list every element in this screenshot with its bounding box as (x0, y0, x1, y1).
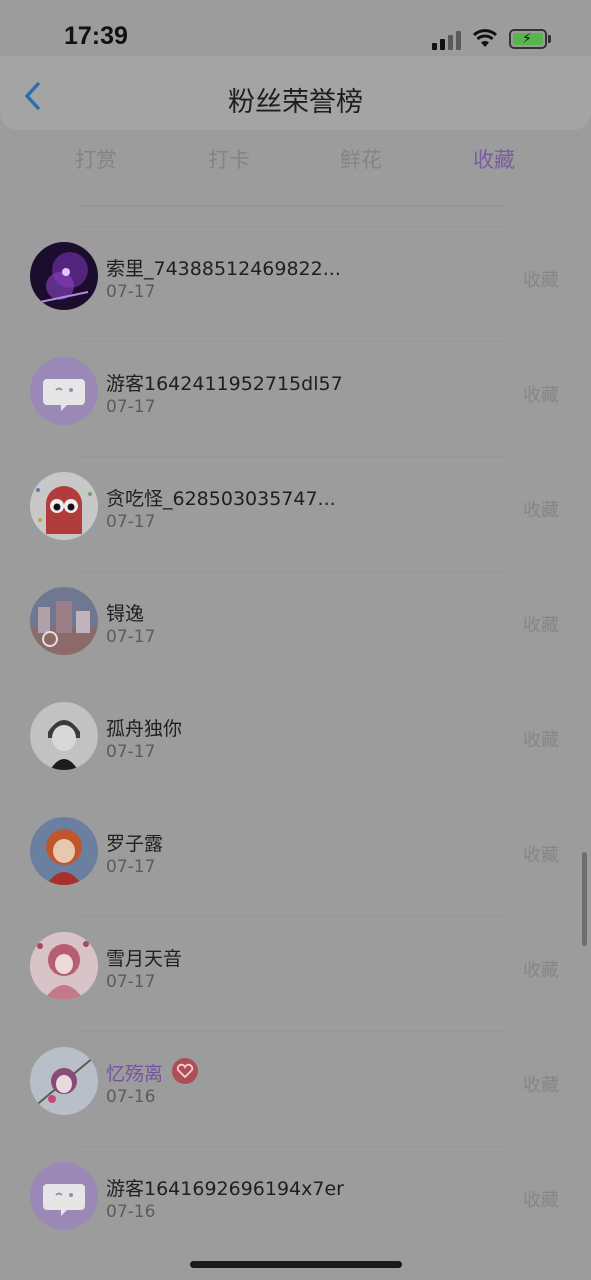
action-label: 收藏 (523, 845, 559, 866)
fan-name: 游客1641692696194x7er (106, 1178, 344, 1200)
avatar[interactable] (30, 242, 98, 310)
tab-flowers[interactable]: 鲜花 (321, 144, 401, 174)
tab-checkin[interactable]: 打卡 (189, 144, 269, 174)
red-monster-icon (30, 472, 98, 540)
fan-name: 索里_74388512469822... (106, 258, 341, 280)
tab-favorites[interactable]: 收藏 (454, 144, 534, 174)
fan-date: 07-17 (106, 742, 156, 762)
anime-girl-icon (30, 1047, 98, 1115)
battery-icon: ⚡ (509, 29, 547, 49)
list-item[interactable]: 游客1642411952715dl57 07-17 收藏 (0, 341, 591, 456)
fan-name: 贪吃怪_628503035747... (106, 488, 336, 510)
row-divider (80, 1146, 505, 1147)
avatar[interactable] (30, 587, 98, 655)
fan-name: 雪月天音 (106, 948, 183, 970)
chat-bubble-icon (30, 357, 98, 425)
fan-date: 07-17 (106, 512, 156, 532)
row-divider (80, 341, 505, 342)
list-item[interactable]: 贪吃怪_628503035747... 07-17 收藏 (0, 456, 591, 571)
row-divider (80, 916, 505, 917)
fan-date: 07-16 (106, 1087, 156, 1107)
fan-date: 07-17 (106, 627, 156, 647)
row-divider (80, 686, 505, 687)
list-item[interactable]: 孤舟独你 07-17 收藏 (0, 686, 591, 801)
list-item[interactable]: 游客1641692696194x7er 07-16 收藏 (0, 1146, 591, 1261)
avatar[interactable] (30, 932, 98, 1000)
fan-date: 07-17 (106, 972, 156, 992)
pink-anime-icon (30, 932, 98, 1000)
list-item[interactable]: 索里_74388512469822... 07-17 收藏 (0, 226, 591, 341)
list-item[interactable]: 罗子露 07-17 收藏 (0, 801, 591, 916)
avatar[interactable] (30, 1047, 98, 1115)
avatar[interactable] (30, 472, 98, 540)
list-item[interactable]: 锝逸 07-17 收藏 (0, 571, 591, 686)
action-label: 收藏 (523, 615, 559, 636)
action-label: 收藏 (523, 500, 559, 521)
battery-tip (548, 35, 551, 43)
avatar[interactable] (30, 1162, 98, 1230)
fan-name: 锝逸 (106, 603, 145, 625)
cellular-signal-icon (432, 30, 462, 50)
row-divider (80, 1031, 505, 1032)
city-photo-icon (30, 587, 98, 655)
row-divider (80, 226, 505, 227)
fan-name: 游客1642411952715dl57 (106, 373, 343, 395)
action-label: 收藏 (523, 730, 559, 751)
avatar[interactable] (30, 357, 98, 425)
status-time: 17:39 (64, 22, 128, 50)
fan-date: 07-17 (106, 857, 156, 877)
home-indicator[interactable] (190, 1261, 402, 1268)
navigation-bar: 粉丝荣誉榜 (0, 56, 591, 130)
wifi-icon (472, 29, 498, 47)
action-label: 收藏 (523, 960, 559, 981)
row-divider (80, 571, 505, 572)
fan-name: 孤舟独你 (106, 718, 183, 740)
fan-date: 07-17 (106, 282, 156, 302)
sketch-boy-icon (30, 702, 98, 770)
tab-tip[interactable]: 打赏 (56, 144, 136, 174)
anime-redhair-icon (30, 817, 98, 885)
page-title: 粉丝荣誉榜 (228, 87, 363, 118)
scrollbar[interactable] (582, 852, 587, 946)
status-bar: 17:39 ⚡ (0, 0, 591, 56)
action-label: 收藏 (523, 1075, 559, 1096)
chat-bubble-icon (30, 1162, 98, 1230)
avatar[interactable] (30, 817, 98, 885)
action-label: 收藏 (523, 1190, 559, 1211)
fan-date: 07-16 (106, 1202, 156, 1222)
vip-heart-icon (172, 1058, 198, 1084)
tab-bar: 打赏 打卡 鲜花 收藏 (0, 140, 591, 180)
fan-name: 罗子露 (106, 833, 164, 855)
list-item[interactable]: 雪月天音 07-17 收藏 (0, 916, 591, 1031)
row-divider (80, 801, 505, 802)
avatar[interactable] (30, 702, 98, 770)
list-item[interactable]: 忆殇离 07-16 收藏 (0, 1031, 591, 1146)
action-label: 收藏 (523, 270, 559, 291)
fan-name: 忆殇离 (106, 1063, 164, 1085)
fan-date: 07-17 (106, 397, 156, 417)
action-label: 收藏 (523, 385, 559, 406)
row-divider (80, 456, 505, 457)
tab-divider (80, 205, 505, 206)
galaxy-avatar-icon (30, 242, 98, 310)
